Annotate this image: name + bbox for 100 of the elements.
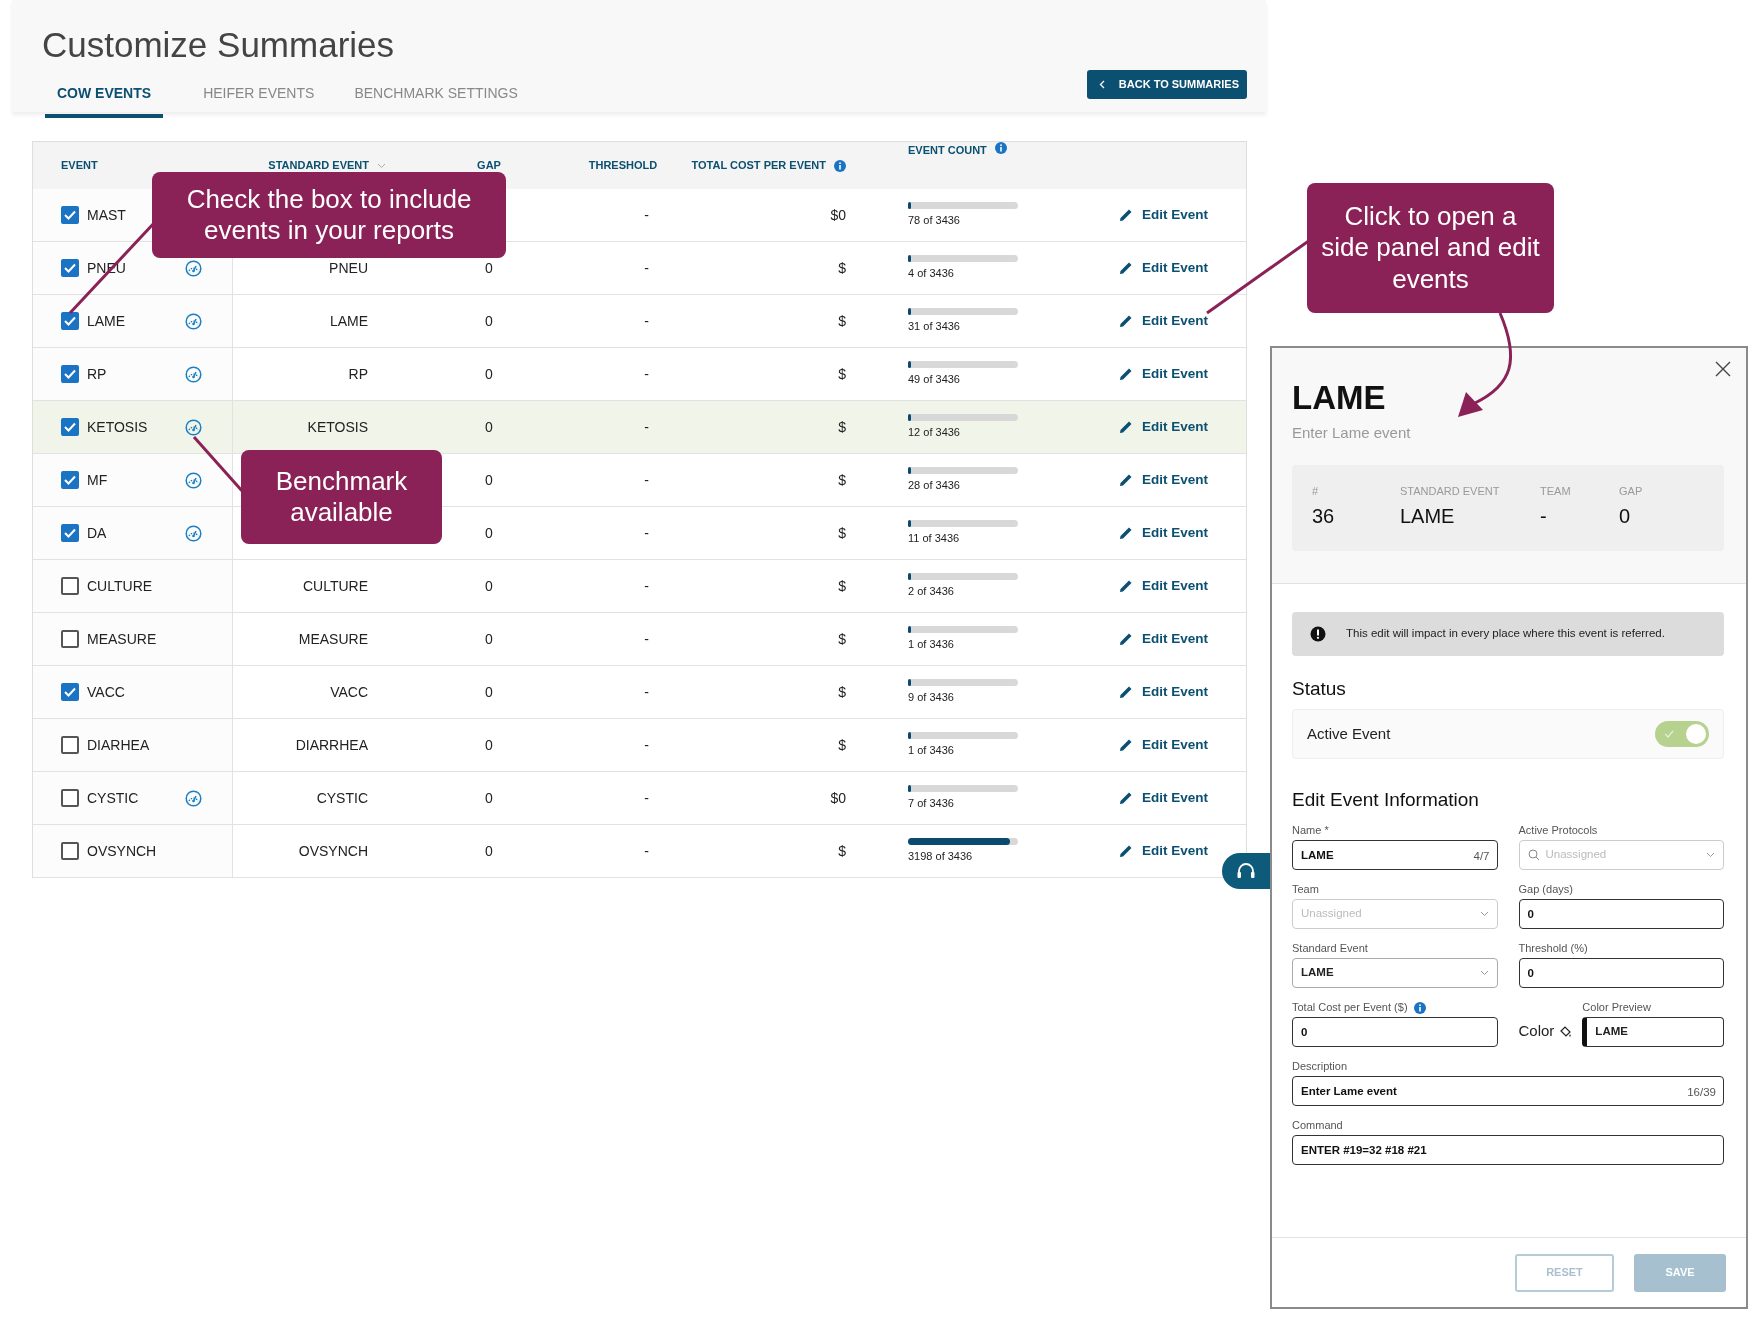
edit-event-link[interactable]: Edit Event [1119,416,1208,438]
edit-event-link[interactable]: Edit Event [1119,628,1208,650]
event-name: VACC [87,682,126,702]
checkbox[interactable] [61,524,79,542]
threshold-value: - [644,470,649,490]
pencil-icon [1119,367,1133,381]
event-count: 1 of 3436 [908,636,954,652]
event-name: OVSYNCH [87,841,158,861]
threshold-value: - [644,523,649,543]
threshold-value: - [644,841,649,861]
cost-value: $ [838,311,846,331]
summary-label: GAP [1619,483,1644,499]
edit-event-link[interactable]: Edit Event [1119,204,1208,226]
text-field[interactable]: ENTER #19=32 #18 #21 [1292,1134,1724,1165]
checkbox[interactable] [61,471,79,489]
event-count: 7 of 3436 [908,795,954,811]
checkbox[interactable] [61,418,79,436]
back-button[interactable]: BACK TO SUMMARIES [1086,70,1247,99]
threshold-value: - [644,576,649,596]
status-label: Active Event [1307,723,1391,744]
standard-event: MEASURE [298,629,368,649]
support-button[interactable] [1222,853,1270,889]
pencil-icon [1119,791,1133,805]
event-name: LAME [87,311,127,331]
gap-value: 0 [485,841,493,861]
event-name: CULTURE [87,576,154,596]
column-header: THRESHOLD [588,158,658,174]
event-name: MEASURE [87,629,158,649]
checkbox[interactable] [61,365,79,383]
text-field[interactable]: 0 [1518,898,1724,929]
checkbox[interactable] [61,206,79,224]
cost-value: $ [838,364,846,384]
standard-event: CYSTIC [316,788,368,808]
character-counter: 16/39 [1687,1084,1716,1100]
color-button[interactable]: Color [1518,1016,1573,1047]
checkbox[interactable] [61,630,79,648]
column-header: GAP [477,158,501,174]
event-count: 12 of 3436 [908,424,960,440]
edit-event-link[interactable]: Edit Event [1119,310,1208,332]
checkbox[interactable] [61,259,79,277]
edit-event-link[interactable]: Edit Event [1119,469,1208,491]
summary-value: LAME [1400,504,1456,530]
edit-event-link[interactable]: Edit Event [1119,522,1208,544]
text-field[interactable]: 0 [1518,957,1724,988]
event-count: 31 of 3436 [908,318,960,334]
event-name: KETOSIS [87,417,149,437]
callout: Click to open a side panel and edit events [1307,183,1554,313]
event-count: 4 of 3436 [908,265,954,281]
pencil-icon [1119,208,1133,222]
checkbox[interactable] [61,842,79,860]
chevron-down-icon [1479,969,1489,976]
event-count: 1 of 3436 [908,742,954,758]
chevron-left-icon [1098,80,1105,89]
event-count: 28 of 3436 [908,477,960,493]
event-name: RP [87,364,108,384]
summary-value: 0 [1619,504,1632,530]
edit-event-link[interactable]: Edit Event [1119,734,1208,756]
threshold-value: - [644,788,649,808]
standard-event: CULTURE [302,576,368,596]
toggle-switch[interactable] [1655,720,1709,747]
field-label: Active Protocols [1518,823,1598,839]
cost-value: $ [838,523,846,543]
event-name: CYSTIC [87,788,140,808]
cost-value: $ [838,417,846,437]
cost-value: $0 [830,205,846,225]
threshold-value: - [644,258,649,278]
section-heading: Edit Event Information [1292,788,1480,812]
edit-event-link[interactable]: Edit Event [1119,787,1208,809]
gap-value: 0 [485,682,493,702]
gap-value: 0 [485,629,493,649]
event-name: DIARHEA [87,735,151,755]
checkbox[interactable] [61,736,79,754]
select-field[interactable]: LAME [1292,957,1498,988]
edit-event-link[interactable]: Edit Event [1119,363,1208,385]
event-count: 9 of 3436 [908,689,954,705]
text-field[interactable]: 0 [1292,1016,1498,1047]
event-name: MAST [87,205,127,225]
pencil-icon [1119,738,1133,752]
checkbox[interactable] [61,312,79,330]
checkbox[interactable] [61,577,79,595]
threshold-value: - [644,682,649,702]
field-label: Command [1292,1118,1343,1134]
edit-event-link[interactable]: Edit Event [1119,575,1208,597]
edit-event-link[interactable]: Edit Event [1119,840,1208,862]
field-label: Description [1292,1059,1348,1075]
cost-value: $0 [830,788,846,808]
close-icon [1714,359,1732,378]
tab[interactable]: COW EVENTS [45,75,164,118]
column-header: TOTAL COST PER EVENT [691,158,826,174]
edit-event-link[interactable]: Edit Event [1119,681,1208,703]
gap-value: 0 [485,258,493,278]
checkbox[interactable] [61,683,79,701]
cost-value: $ [838,629,846,649]
threshold-value: - [644,417,649,437]
summary-label: # [1312,483,1320,499]
event-name: MF [87,470,109,490]
summary-label: TEAM [1540,483,1572,499]
pencil-icon [1119,844,1133,858]
checkbox[interactable] [61,789,79,807]
edit-event-link[interactable]: Edit Event [1119,257,1208,279]
